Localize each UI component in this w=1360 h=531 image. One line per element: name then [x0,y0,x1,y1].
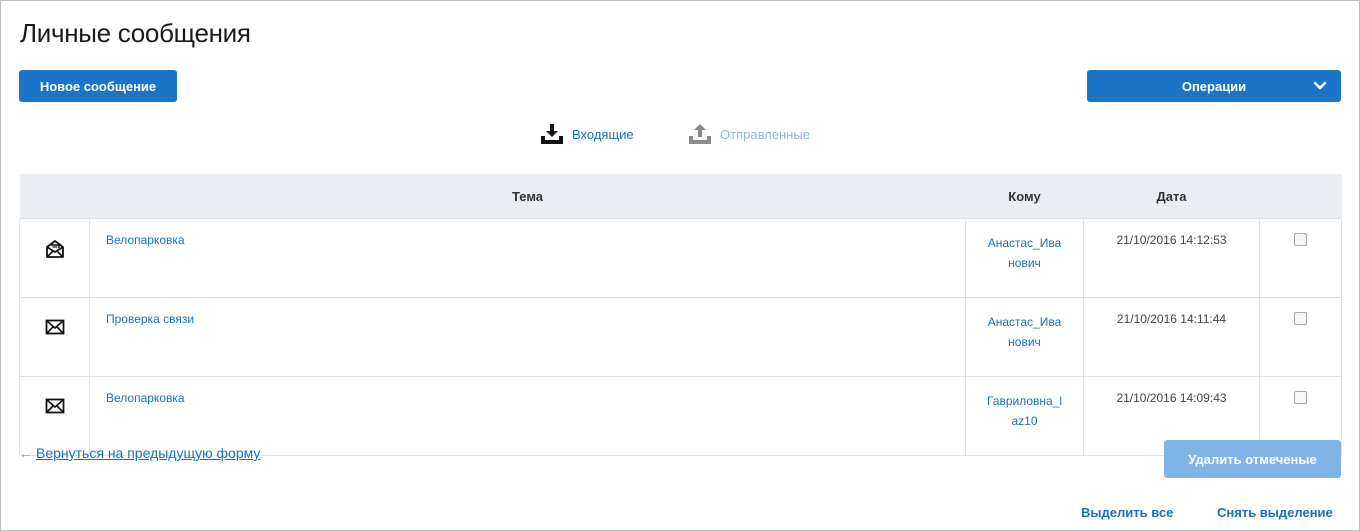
tab-inbox-label: Входящие [572,126,634,142]
row-to-cell: Анастас_Иванович [965,218,1084,298]
tab-inbox[interactable]: Входящие [541,124,634,144]
operations-dropdown-button[interactable]: Операции [1087,70,1341,102]
recipient-link[interactable]: Анастас_Иванович [987,233,1063,273]
operations-label: Операции [1181,79,1247,94]
envelope-icon [45,319,64,335]
deselect-link[interactable]: Снять выделение [1217,505,1333,520]
header-icon [19,174,90,219]
row-subject-cell: Велопарковка [89,376,966,456]
table-header-row: Тема Кому Дата [19,174,1342,219]
row-checkbox[interactable] [1294,391,1307,404]
message-subject-link[interactable]: Велопарковка [106,233,185,247]
row-check-cell [1259,218,1342,298]
select-all-link[interactable]: Выделить все [1081,505,1173,520]
row-icon-cell [19,218,90,298]
header-subject[interactable]: Тема [89,174,966,219]
table-row: Проверка связи Анастас_Иванович 21/10/20… [19,297,1342,377]
row-date: 21/10/2016 14:11:44 [1083,297,1260,377]
row-subject-cell: Проверка связи [89,297,966,377]
envelope-icon [45,398,64,414]
outbox-upload-icon [689,124,711,144]
row-to-cell: Гавриловна_laz10 [965,376,1084,456]
tab-sent[interactable]: Отправленные [689,124,810,144]
table-row: Велопарковка Гавриловна_laz10 21/10/2016… [19,376,1342,456]
back-link-label: Вернуться на предыдущую форму [36,445,261,461]
recipient-link[interactable]: Гавриловна_laz10 [987,391,1063,431]
new-message-button[interactable]: Новое сообщение [19,70,177,102]
row-checkbox[interactable] [1294,312,1307,325]
page-title: Личные сообщения [20,18,251,48]
row-icon-cell [19,376,90,456]
back-to-previous-form-link[interactable]: ← Вернуться на предыдущую форму [19,445,260,461]
recipient-link[interactable]: Анастас_Иванович [987,312,1063,352]
header-check [1259,174,1342,219]
header-to[interactable]: Кому [965,174,1084,219]
chevron-down-icon [1313,81,1327,90]
row-date: 21/10/2016 14:12:53 [1083,218,1260,298]
message-subject-link[interactable]: Проверка связи [106,312,194,326]
messages-table: Тема Кому Дата Велопарковка Анастас_Иван… [19,174,1342,456]
header-date[interactable]: Дата [1083,174,1260,219]
back-arrow-icon: ← [19,445,33,461]
folder-tabs: Входящие Отправленные [0,124,1360,146]
row-checkbox[interactable] [1294,233,1307,246]
message-subject-link[interactable]: Велопарковка [106,391,185,405]
row-check-cell [1259,297,1342,377]
inbox-download-icon [541,124,563,144]
row-to-cell: Анастас_Иванович [965,297,1084,377]
open-envelope-icon [45,240,64,258]
tab-sent-label: Отправленные [720,126,810,142]
row-subject-cell: Велопарковка [89,218,966,298]
table-row: Велопарковка Анастас_Иванович 21/10/2016… [19,218,1342,298]
row-icon-cell [19,297,90,377]
delete-marked-button[interactable]: Удалить отмеченые [1164,440,1341,478]
